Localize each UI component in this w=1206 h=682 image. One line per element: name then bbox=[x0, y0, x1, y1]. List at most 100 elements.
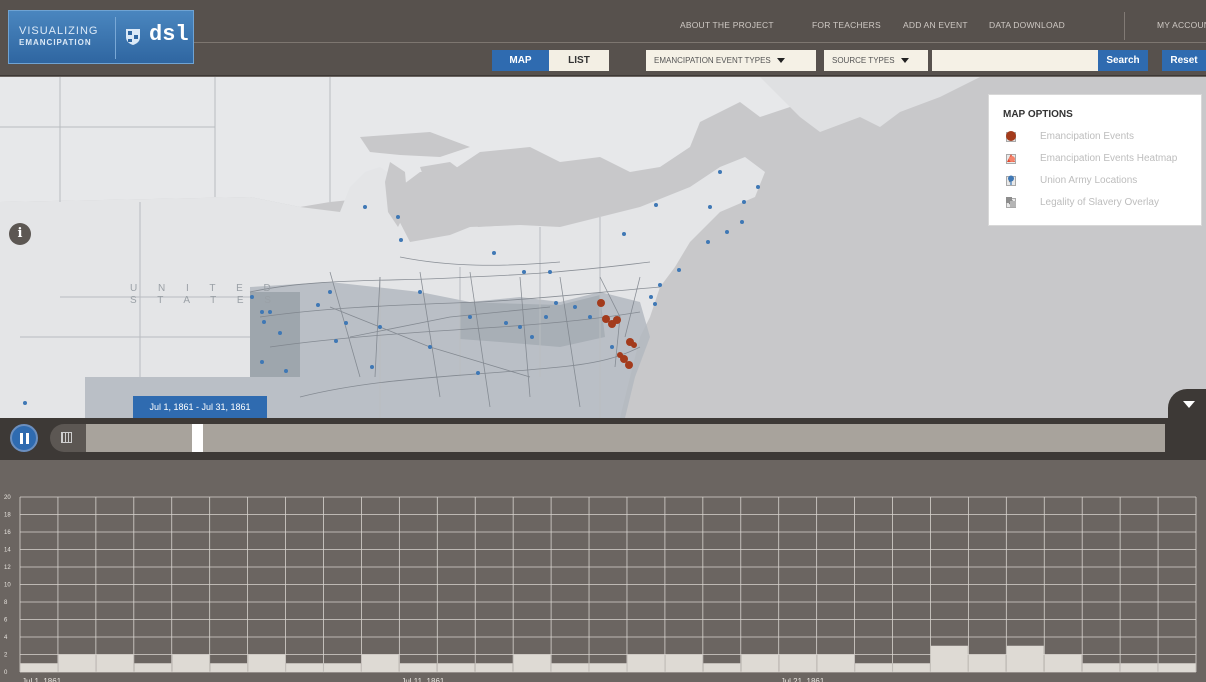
histogram-bar[interactable] bbox=[134, 663, 172, 672]
map-view-button[interactable]: MAP bbox=[492, 50, 549, 71]
y-tick-label: 14 bbox=[4, 548, 11, 554]
histogram-bar[interactable] bbox=[930, 645, 968, 672]
nav-divider bbox=[1124, 12, 1125, 40]
nav-download-link[interactable]: DATA DOWNLOAD bbox=[989, 20, 1065, 30]
histogram-bar[interactable] bbox=[286, 663, 323, 672]
histogram-chart: 0 2 4 6 8 10 12 14 16 18 20 Jul 1, 1861 Jul 11, 1861… bbox=[4, 495, 1197, 682]
y-tick-label: 0 bbox=[4, 670, 8, 676]
histogram-bar[interactable] bbox=[779, 654, 817, 673]
histogram-bar[interactable] bbox=[855, 663, 893, 672]
histogram-bar[interactable] bbox=[323, 663, 361, 672]
histogram-bar[interactable] bbox=[589, 663, 627, 672]
histogram-bar[interactable] bbox=[475, 663, 513, 672]
histogram-bar[interactable] bbox=[1120, 663, 1158, 672]
overlay-icon bbox=[1006, 197, 1016, 207]
y-tick-label: 4 bbox=[4, 635, 8, 641]
histogram-bar[interactable] bbox=[1044, 654, 1082, 673]
histogram-bar[interactable] bbox=[1158, 663, 1196, 672]
source-types-dropdown[interactable]: SOURCE TYPES bbox=[824, 50, 928, 71]
search-button[interactable]: Search bbox=[1098, 50, 1148, 71]
country-label: U N I T E D S T A T E S bbox=[130, 283, 280, 307]
map-canvas[interactable]: i U N I T E D S T A T E S MAP OPTIONS ✓ … bbox=[0, 77, 1206, 418]
histogram-bar[interactable] bbox=[1006, 645, 1044, 672]
histogram-bar[interactable] bbox=[172, 654, 210, 673]
map-options-title: MAP OPTIONS bbox=[1003, 109, 1073, 120]
event-dot-icon bbox=[1006, 131, 1016, 141]
calendar-button[interactable] bbox=[50, 424, 86, 452]
collapse-map-button[interactable] bbox=[1168, 389, 1206, 418]
pause-button[interactable] bbox=[10, 424, 38, 452]
nav-about-link[interactable]: ABOUT THE PROJECT bbox=[680, 20, 774, 30]
map-option-label: Emancipation Events Heatmap bbox=[1040, 153, 1178, 164]
timeline-track[interactable] bbox=[86, 424, 1165, 452]
histogram-bar[interactable] bbox=[248, 654, 286, 673]
source-types-label: SOURCE TYPES bbox=[832, 56, 895, 65]
list-view-button[interactable]: LIST bbox=[549, 50, 609, 71]
timeline-handle[interactable] bbox=[192, 424, 203, 452]
x-tick-label: Jul 21, 1861 bbox=[781, 677, 825, 682]
histogram-bar[interactable] bbox=[665, 654, 703, 673]
pause-icon bbox=[20, 433, 23, 444]
histogram-bar[interactable] bbox=[437, 663, 475, 672]
shield-icon bbox=[126, 29, 140, 45]
nav-teachers-link[interactable]: FOR TEACHERS bbox=[812, 20, 881, 30]
y-tick-label: 2 bbox=[4, 653, 8, 659]
y-tick-label: 20 bbox=[4, 495, 11, 501]
histogram-bar[interactable] bbox=[817, 654, 855, 673]
map-option-label: Union Army Locations bbox=[1040, 175, 1138, 186]
date-range-label: Jul 1, 1861 - Jul 31, 1861 bbox=[133, 396, 267, 418]
event-types-dropdown[interactable]: EMANCIPATION EVENT TYPES bbox=[646, 50, 816, 71]
nav-add-event-link[interactable]: ADD AN EVENT bbox=[903, 20, 968, 30]
nav-account-link[interactable]: MY ACCOUNT bbox=[1157, 20, 1206, 30]
x-tick-label: Jul 11, 1861 bbox=[401, 677, 445, 682]
histogram-bar[interactable] bbox=[210, 663, 248, 672]
histogram-bar[interactable] bbox=[627, 654, 665, 673]
brand-mark: dsl bbox=[149, 22, 189, 47]
histogram-bar[interactable] bbox=[551, 663, 589, 672]
histogram-bar[interactable] bbox=[513, 654, 551, 673]
country-label-line2: S T A T E S bbox=[130, 295, 280, 306]
histogram-bar[interactable] bbox=[20, 663, 58, 672]
search-input[interactable] bbox=[932, 50, 1098, 71]
view-toggle: MAP LIST bbox=[492, 50, 609, 71]
histogram-bar[interactable] bbox=[703, 663, 741, 672]
y-tick-label: 12 bbox=[4, 565, 11, 571]
header: VISUALIZING EMANCIPATION dsl ABOUT THE P… bbox=[0, 0, 1206, 76]
info-button[interactable]: i bbox=[9, 223, 31, 245]
logo[interactable]: VISUALIZING EMANCIPATION dsl bbox=[8, 10, 194, 64]
histogram-bar[interactable] bbox=[399, 663, 437, 672]
heatmap-icon bbox=[1007, 154, 1015, 162]
map-pin-icon bbox=[1008, 175, 1014, 185]
header-divider bbox=[194, 42, 1206, 43]
histogram-bar[interactable] bbox=[1082, 663, 1120, 672]
y-tick-label: 8 bbox=[4, 600, 8, 606]
app-window: VISUALIZING EMANCIPATION dsl ABOUT THE P… bbox=[0, 0, 1206, 682]
logo-title: VISUALIZING bbox=[19, 25, 99, 37]
y-tick-label: 16 bbox=[4, 530, 11, 536]
map-option-label: Emancipation Events bbox=[1040, 131, 1134, 142]
logo-subtitle: EMANCIPATION bbox=[19, 38, 92, 47]
x-tick-label: Jul 1, 1861 bbox=[22, 677, 62, 682]
event-types-label: EMANCIPATION EVENT TYPES bbox=[654, 56, 771, 65]
histogram-bar[interactable] bbox=[96, 654, 134, 673]
pause-icon bbox=[26, 433, 29, 444]
histogram-bar[interactable] bbox=[741, 654, 779, 673]
caret-down-icon bbox=[776, 58, 785, 64]
reset-button[interactable]: Reset bbox=[1162, 50, 1206, 71]
logo-divider bbox=[115, 17, 116, 59]
histogram-bar[interactable] bbox=[893, 663, 930, 672]
histogram-bar[interactable] bbox=[361, 654, 399, 673]
events-histogram: 0 2 4 6 8 10 12 14 16 18 20 Jul 1, 1861 Jul 11, 1861… bbox=[0, 460, 1206, 682]
map-option-label: Legality of Slavery Overlay bbox=[1040, 197, 1159, 208]
histogram-bar[interactable] bbox=[58, 654, 96, 673]
map-options-panel: MAP OPTIONS ✓ Emancipation Events Emanci… bbox=[988, 94, 1202, 226]
y-tick-label: 18 bbox=[4, 513, 11, 519]
caret-down-icon bbox=[900, 58, 909, 64]
timeline-bar bbox=[0, 418, 1206, 460]
calendar-icon bbox=[61, 432, 72, 443]
histogram-bar[interactable] bbox=[968, 654, 1006, 673]
y-tick-label: 6 bbox=[4, 618, 8, 624]
chevron-down-icon bbox=[1183, 401, 1195, 408]
country-label-line1: U N I T E D bbox=[130, 283, 280, 294]
y-tick-label: 10 bbox=[4, 583, 11, 589]
